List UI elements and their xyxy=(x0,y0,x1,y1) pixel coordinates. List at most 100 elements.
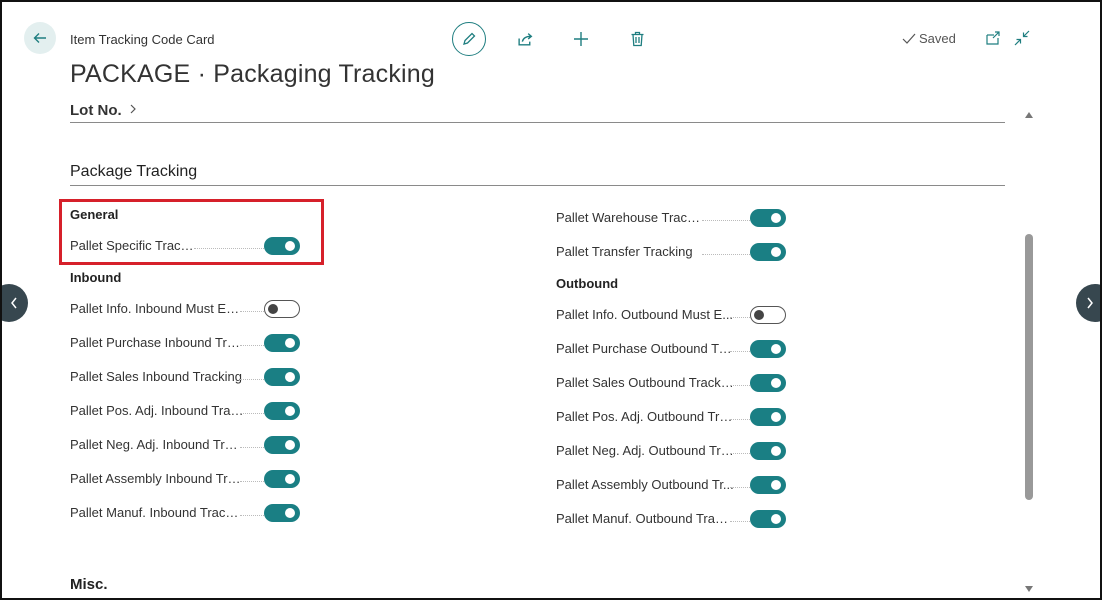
toggle-knob xyxy=(754,309,764,320)
toggle-knob xyxy=(285,406,295,416)
highlight-box xyxy=(59,199,324,265)
scroll-down-arrow[interactable] xyxy=(1025,586,1033,592)
delete-button[interactable] xyxy=(620,22,654,56)
edit-button[interactable] xyxy=(452,22,486,56)
field-label: Pallet Neg. Adj. Inbound Trac... xyxy=(70,437,244,452)
chevron-left-icon xyxy=(11,297,17,309)
toggle-switch[interactable] xyxy=(750,243,786,261)
lot-no-section-header[interactable]: Lot No. xyxy=(70,102,138,119)
toggle-switch[interactable] xyxy=(264,504,300,522)
breadcrumb: Item Tracking Code Card xyxy=(70,32,215,47)
saved-label: Saved xyxy=(919,31,956,46)
content-area: Lot No. Package Tracking General Pallet S… xyxy=(2,102,1022,598)
share-button[interactable] xyxy=(508,22,542,56)
label-leader-dots xyxy=(240,311,264,313)
group-title-inbound: Inbound xyxy=(70,270,122,285)
field-label: Pallet Warehouse Tracking xyxy=(556,210,706,225)
label-leader-dots xyxy=(730,487,750,489)
field-label: Pallet Neg. Adj. Outbound Tra... xyxy=(556,443,734,458)
scrollbar-thumb[interactable] xyxy=(1025,234,1033,500)
next-record-button[interactable] xyxy=(1076,284,1100,322)
label-leader-dots xyxy=(240,481,264,483)
toggle-switch[interactable] xyxy=(750,476,786,494)
label-leader-dots xyxy=(240,447,264,449)
open-new-window-button[interactable] xyxy=(984,29,1002,47)
label-leader-dots xyxy=(240,345,264,347)
chevron-right-icon xyxy=(1087,297,1093,309)
pencil-icon xyxy=(463,32,476,45)
toggle-switch[interactable] xyxy=(750,340,786,358)
label-leader-dots xyxy=(240,413,264,415)
arrow-left-icon xyxy=(33,33,46,43)
label-leader-dots xyxy=(240,515,264,517)
collapse-button[interactable] xyxy=(1013,29,1031,47)
toggle-knob xyxy=(268,303,278,314)
label-leader-dots xyxy=(730,385,750,387)
toggle-switch[interactable] xyxy=(264,300,300,318)
field-label: Pallet Pos. Adj. Inbound Track... xyxy=(70,403,244,418)
toggle-knob xyxy=(771,247,781,257)
field-label: Pallet Info. Outbound Must E... xyxy=(556,307,734,322)
field-label: Pallet Sales Outbound Tracking xyxy=(556,375,734,390)
toggle-switch[interactable] xyxy=(264,334,300,352)
toggle-switch[interactable] xyxy=(750,209,786,227)
action-toolbar xyxy=(452,22,676,56)
share-icon xyxy=(517,32,532,46)
field-label: Pallet Manuf. Inbound Tracking xyxy=(70,505,244,520)
toggle-knob xyxy=(771,446,781,456)
label-leader-dots xyxy=(730,351,750,353)
field-label: Pallet Manuf. Outbound Track... xyxy=(556,511,734,526)
open-new-window-icon xyxy=(986,31,1000,45)
group-title-outbound: Outbound xyxy=(556,276,619,291)
label-leader-dots xyxy=(730,453,750,455)
toggle-switch[interactable] xyxy=(264,368,300,386)
toggle-switch[interactable] xyxy=(750,442,786,460)
misc-section-header[interactable]: Misc. xyxy=(70,576,108,593)
toggle-knob xyxy=(285,440,295,450)
toggle-switch[interactable] xyxy=(264,436,300,454)
toggle-knob xyxy=(771,344,781,354)
divider xyxy=(70,122,1005,123)
chevron-right-icon xyxy=(130,104,136,114)
toggle-knob xyxy=(771,480,781,490)
field-label: Pallet Pos. Adj. Outbound Tra... xyxy=(556,409,734,424)
app-window: Item Tracking Code Card PACKAGE · Packag… xyxy=(0,0,1102,600)
label-leader-dots xyxy=(730,317,750,319)
back-button[interactable] xyxy=(24,22,56,54)
lot-no-label: Lot No. xyxy=(70,102,122,119)
new-button[interactable] xyxy=(564,22,598,56)
toggle-knob xyxy=(285,474,295,484)
field-label: Pallet Transfer Tracking xyxy=(556,244,693,259)
field-label: Pallet Purchase Inbound Trac... xyxy=(70,335,244,350)
field-label: Pallet Purchase Outbound Tra... xyxy=(556,341,734,356)
toggle-switch[interactable] xyxy=(264,470,300,488)
toggle-switch[interactable] xyxy=(750,510,786,528)
trash-icon xyxy=(631,31,643,47)
field-label: Pallet Assembly Outbound Tr... xyxy=(556,477,734,492)
toggle-knob xyxy=(285,508,295,518)
collapse-icon xyxy=(1014,30,1030,46)
scroll-up-arrow[interactable] xyxy=(1025,112,1033,118)
plus-icon xyxy=(574,32,588,46)
label-leader-dots xyxy=(730,521,750,523)
label-leader-dots xyxy=(702,220,750,222)
toggle-knob xyxy=(285,372,295,382)
checkmark-icon xyxy=(902,33,916,44)
toggle-switch[interactable] xyxy=(264,402,300,420)
toggle-knob xyxy=(771,514,781,524)
toggle-switch[interactable] xyxy=(750,374,786,392)
toggle-knob xyxy=(771,378,781,388)
field-label: Pallet Info. Inbound Must Exist xyxy=(70,301,244,316)
toggle-knob xyxy=(771,412,781,422)
vertical-scrollbar[interactable] xyxy=(1022,106,1036,596)
field-label: Pallet Sales Inbound Tracking xyxy=(70,369,242,384)
toggle-knob xyxy=(285,338,295,348)
saved-status: Saved xyxy=(902,31,956,46)
label-leader-dots xyxy=(702,254,750,256)
label-leader-dots xyxy=(240,379,264,381)
label-leader-dots xyxy=(730,419,750,421)
toggle-switch[interactable] xyxy=(750,408,786,426)
package-tracking-header[interactable]: Package Tracking xyxy=(70,163,197,181)
toggle-switch[interactable] xyxy=(750,306,786,324)
field-label: Pallet Assembly Inbound Trac... xyxy=(70,471,244,486)
